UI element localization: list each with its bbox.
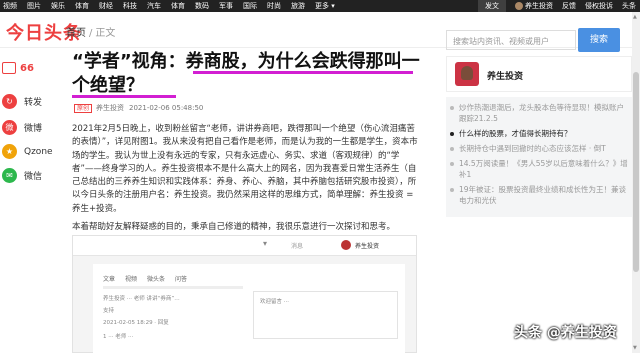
article-body: 2021年2月5日晚上，收到粉丝留言“老师，讲讲券商吧，跌得那叫一个绝望（伤心流… <box>72 123 420 239</box>
user-avatar <box>515 2 523 10</box>
nav-item-pictures[interactable]: 图片 <box>27 0 41 12</box>
nav-item-international[interactable]: 国际 <box>243 0 257 12</box>
scroll-down-icon[interactable]: ▼ <box>633 345 637 351</box>
publish-button[interactable]: 发文 <box>478 0 506 12</box>
nav-item-finance[interactable]: 财经 <box>99 0 113 12</box>
share-label: Qzone <box>24 146 53 157</box>
title-highlight-underline <box>72 95 176 98</box>
search-button[interactable]: 搜索 <box>578 28 620 52</box>
list-item[interactable]: 19年被证：股票投资最终业绩和成长性为王！兼谈电力和光伏 <box>446 184 628 206</box>
share-label: 转发 <box>24 98 43 108</box>
article-paragraph: 2021年2月5日晚上，收到粉丝留言“老师，讲讲券商吧，跌得那叫一个绝望（伤心流… <box>72 124 418 214</box>
nav-item-travel[interactable]: 旅游 <box>291 0 305 12</box>
repost-icon: ↻ <box>2 94 17 109</box>
related-articles-list: 炒作热潮退潮后，龙头股本色等待显现！模拟账户跟踪21.2.5 什么样的股票，才值… <box>446 97 632 217</box>
nav-item-auto[interactable]: 汽车 <box>147 0 161 12</box>
chevron-down-icon: ▾ <box>263 239 268 248</box>
feedback-link[interactable]: 反馈 <box>562 0 576 12</box>
scrollbar-thumb[interactable] <box>633 72 639 272</box>
qzone-icon: ★ <box>2 144 17 159</box>
title-highlight-underline <box>193 71 413 74</box>
share-repost[interactable]: ↻ 转发 <box>2 94 42 109</box>
author-avatar <box>455 62 479 86</box>
breadcrumb-current: 正文 <box>95 28 116 39</box>
share-weibo[interactable]: 微 微博 <box>2 120 42 135</box>
article-title: “学者”视角：券商股，为什么会跌得那叫一个绝望？ <box>72 51 420 96</box>
embed-tabs: 文章 视频 微头条 问答 <box>103 274 197 283</box>
original-badge: 原创 <box>74 104 93 113</box>
nav-item-sports-2[interactable]: 体育 <box>171 0 185 12</box>
embed-comment-text: 支持 <box>103 308 115 314</box>
embed-avatar <box>341 240 351 250</box>
comment-count[interactable]: 66 <box>20 63 34 74</box>
list-item[interactable]: 长期持仓中遇到回撤时的心态应该怎样 · 倒T <box>446 143 628 154</box>
embed-topbar: ▾ 消息 养生投资 <box>73 236 416 256</box>
embed-input-box: 欢迎留言 ··· <box>253 291 398 339</box>
nav-item-more[interactable]: 更多 ▾ <box>315 0 335 12</box>
search-input[interactable]: 搜索站内资讯、视频或用户 <box>446 30 576 50</box>
weibo-icon: 微 <box>2 120 17 135</box>
breadcrumb-home[interactable]: 首页 <box>66 28 86 39</box>
embed-messages: 消息 <box>291 243 304 250</box>
breadcrumb-separator: / <box>89 28 93 39</box>
nav-item-sports[interactable]: 体育 <box>75 0 89 12</box>
nav-item-tech[interactable]: 科技 <box>123 0 137 12</box>
complaint-link[interactable]: 侵权投诉 <box>585 0 613 12</box>
comment-icon[interactable] <box>2 62 16 74</box>
share-wechat[interactable]: ✉ 微信 <box>2 168 42 183</box>
embed-username: 养生投资 <box>355 243 380 250</box>
embed-comment-time: 2021-02-05 18:29 · 回复 <box>103 320 169 326</box>
nav-item-digital[interactable]: 数码 <box>195 0 209 12</box>
embed-divider <box>103 286 243 289</box>
embed-tab: 视频 <box>125 276 138 283</box>
wechat-icon: ✉ <box>2 168 17 183</box>
toutiao-link[interactable]: 头条 <box>622 0 636 12</box>
embed-panel: 文章 视频 微头条 问答 养生投资 ··· 老师 讲讲“券商”… 支持 2021… <box>93 264 405 353</box>
breadcrumb: 首页 / 正文 <box>66 24 115 39</box>
top-nav-right: 发文 养生投资 反馈 侵权投诉 头条 <box>478 0 640 12</box>
list-item[interactable]: 炒作热潮退潮后，龙头股本色等待显现！模拟账户跟踪21.2.5 <box>446 102 628 124</box>
list-item[interactable]: 14.5万阅读量！《男人55岁以后意味着什么？》增补1 <box>446 158 628 180</box>
nav-item-video[interactable]: 视频 <box>3 0 17 12</box>
article-paragraph: 本着帮助好友解释疑惑的目的，秉承自己修道的精神，我很乐意进行一次探讨和思考。 <box>72 222 396 233</box>
embed-comment-text: 1 ··· 老师 ··· <box>103 334 134 340</box>
watermark: 头条 @养生投资 <box>514 325 617 341</box>
user-name: 养生投资 <box>525 2 553 10</box>
article-meta: 原创 养生投资 2021-02-06 05:48:50 <box>74 103 203 113</box>
header: 今日头条 首页 / 正文 搜索站内资讯、视频或用户 搜索 <box>0 12 640 52</box>
embed-input-placeholder: 欢迎留言 ··· <box>260 299 289 305</box>
embedded-screenshot: ▾ 消息 养生投资 文章 视频 微头条 问答 养生投资 ··· 老师 讲讲“券商… <box>72 235 417 353</box>
article-author[interactable]: 养生投资 <box>96 104 124 112</box>
article-time: 2021-02-06 05:48:50 <box>129 104 204 112</box>
scroll-up-icon[interactable]: ▲ <box>633 14 637 20</box>
share-qzone[interactable]: ★ Qzone <box>2 144 53 159</box>
embed-tab: 问答 <box>175 276 188 283</box>
nav-item-fashion[interactable]: 时尚 <box>267 0 281 12</box>
embed-tab: 微头条 <box>147 276 166 283</box>
author-name: 养生投资 <box>487 72 524 82</box>
top-nav-bar: 视频 图片 娱乐 体育 财经 科技 汽车 体育 数码 军事 国际 时尚 旅游 更… <box>0 0 640 12</box>
scrollbar[interactable]: ▲ ▼ <box>632 12 640 353</box>
share-label: 微信 <box>24 172 43 182</box>
user-menu[interactable]: 养生投资 <box>515 0 553 12</box>
nav-item-entertainment[interactable]: 娱乐 <box>51 0 65 12</box>
embed-comment-text: 养生投资 ··· 老师 讲讲“券商”… <box>103 296 180 302</box>
nav-item-military[interactable]: 军事 <box>219 0 233 12</box>
author-card[interactable]: 养生投资 <box>446 56 632 92</box>
list-item[interactable]: 什么样的股票，才值得长期持有？ <box>446 128 628 139</box>
share-label: 微博 <box>24 124 43 134</box>
embed-tab: 文章 <box>103 276 116 283</box>
